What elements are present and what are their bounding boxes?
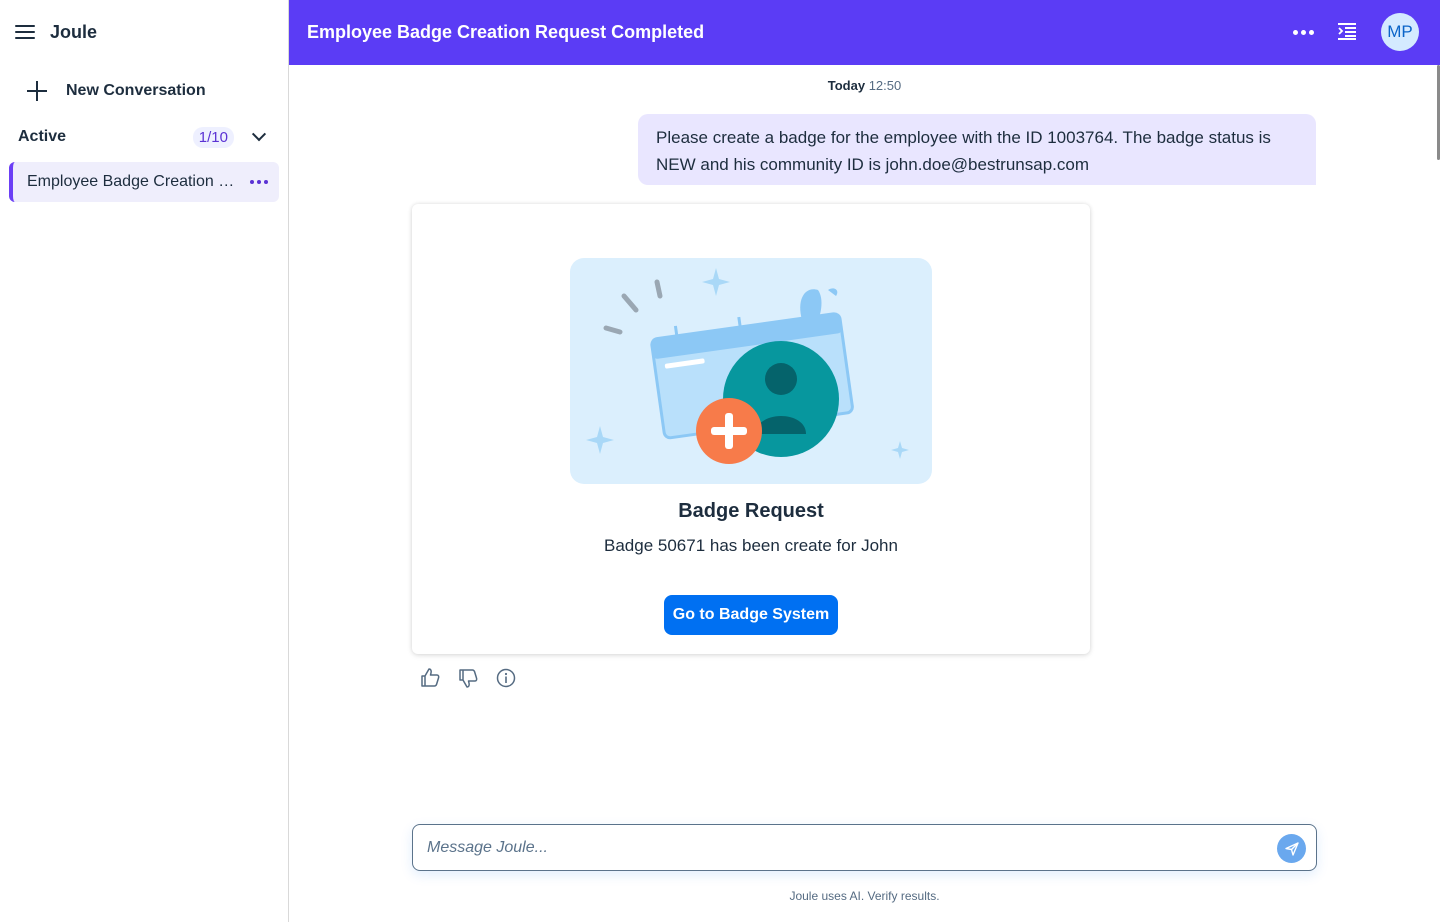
timestamp-time: 12:50 (868, 78, 902, 93)
badge-request-card: Badge Request Badge 50671 has been creat… (412, 204, 1090, 654)
chat-header: Employee Badge Creation Request Complete… (289, 0, 1440, 65)
go-to-badge-system-button[interactable]: Go to Badge System (664, 595, 838, 635)
more-options-icon[interactable] (1293, 30, 1314, 35)
timestamp-date: Today (827, 78, 866, 93)
conversation-item[interactable]: Employee Badge Creation Request Complete… (9, 162, 279, 202)
app-name: Joule (50, 21, 98, 42)
user-avatar[interactable]: MP (1381, 13, 1419, 51)
new-conversation-label: New Conversation (66, 82, 206, 99)
active-section-label: Active (18, 128, 67, 145)
chevron-down-icon[interactable] (244, 122, 274, 152)
card-text: Badge 50671 has been create for John (604, 536, 898, 555)
hamburger-menu-icon[interactable] (14, 23, 36, 41)
send-button[interactable] (1277, 834, 1306, 863)
conversation-count-badge: 1/10 (192, 126, 234, 148)
thumbs-up-icon[interactable] (418, 666, 442, 690)
new-conversation-button[interactable]: New Conversation (0, 76, 288, 106)
collapse-panel-icon[interactable] (1338, 22, 1356, 40)
plus-icon (26, 80, 48, 102)
card-title: Badge Request (678, 500, 824, 522)
chat-title: Employee Badge Creation Request Complete… (307, 22, 705, 42)
info-icon[interactable] (494, 666, 518, 690)
message-timestamp: Today 12:50 (289, 78, 1440, 93)
message-composer (412, 824, 1317, 871)
send-icon (1284, 841, 1299, 856)
feedback-bar (418, 666, 518, 690)
user-message-bubble: Please create a badge for the employee w… (638, 114, 1316, 185)
badge-illustration (570, 258, 932, 484)
active-section-header: Active 1/10 (0, 122, 288, 152)
ai-disclaimer: Joule uses AI. Verify results. (789, 889, 940, 903)
thumbs-down-icon[interactable] (456, 666, 480, 690)
conversation-more-icon[interactable] (250, 180, 268, 184)
sidebar: Joule New Conversation Active 1/10 Emplo… (0, 0, 289, 922)
message-input[interactable] (427, 825, 1267, 870)
sidebar-header: Joule (0, 0, 288, 64)
conversation-item-label: Employee Badge Creation Request Complete… (27, 173, 239, 190)
